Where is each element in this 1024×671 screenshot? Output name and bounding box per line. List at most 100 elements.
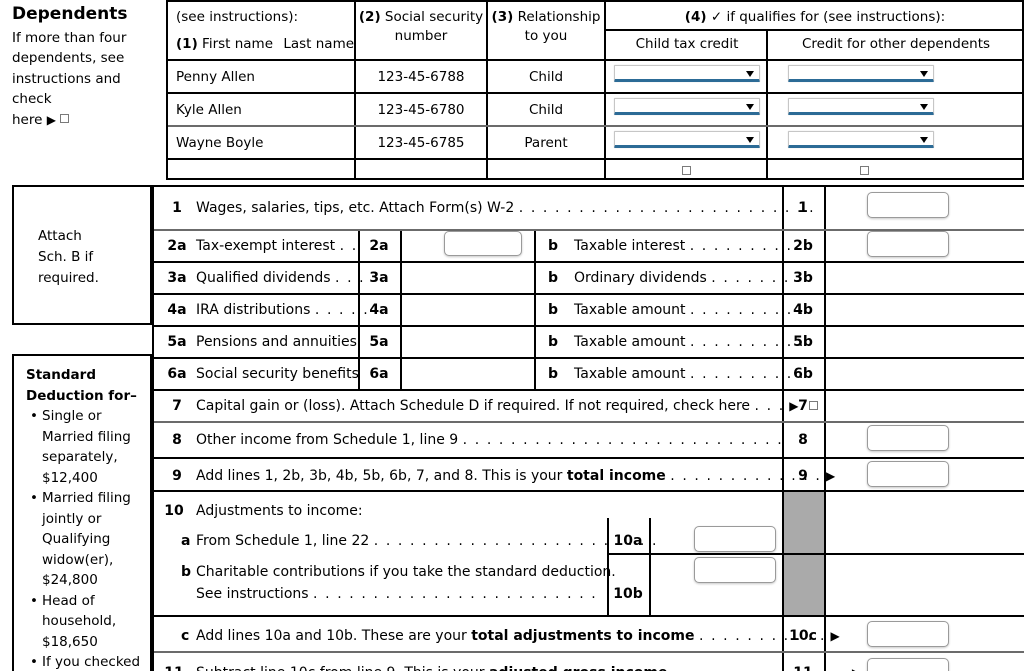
- dep-row-3-other-dependents-select[interactable]: [788, 131, 934, 148]
- dep-col4b-header: Credit for other dependents: [801, 36, 991, 52]
- std-item-0-line-2: separately,: [42, 449, 118, 465]
- line-11-amount-input[interactable]: [867, 658, 949, 671]
- line-4b-letter: b: [548, 302, 559, 318]
- line-9-text-bold: total income: [566, 468, 666, 484]
- line-9-right-number: 9: [798, 468, 808, 484]
- line-2a-amount-input[interactable]: [444, 231, 522, 256]
- std-item-2-line-0: Head of: [30, 591, 150, 612]
- check-mark-icon: ✓: [710, 9, 723, 25]
- dep-row-rule-2: [168, 125, 1022, 127]
- line-4a-mid-number: 4a: [369, 302, 389, 318]
- line-5a-mid-number: 5a: [369, 334, 389, 350]
- line-3a-label: Qualified dividends . . .: [196, 270, 365, 286]
- line-6b-text: Taxable amount: [574, 366, 686, 382]
- line-8-amount-input[interactable]: [867, 425, 949, 451]
- line-10c-amount-input[interactable]: [867, 621, 949, 647]
- right-arrow-icon: ▶: [825, 469, 836, 483]
- line-3a-number: 3a: [167, 270, 187, 286]
- dep-row-rule-3: [168, 158, 1022, 160]
- dep-row-4-child-tax-credit-checkbox[interactable]: [682, 166, 691, 175]
- line-2b-right-number: 2b: [793, 238, 813, 254]
- dependents-here-label: here: [12, 111, 43, 128]
- rule-after-line-8: [154, 457, 1024, 459]
- dep-row-3-name: Wayne Boyle: [176, 135, 264, 151]
- line-10c-label: Add lines 10a and 10b. These are your to…: [196, 628, 840, 644]
- line-9-number: 9: [172, 468, 182, 484]
- std-item-1-line-3: widow(er),: [42, 551, 114, 568]
- dep-col2-header: (2) Social security number: [358, 8, 484, 46]
- line-7-leaders: . . .: [754, 398, 785, 414]
- line-8-number: 8: [172, 432, 182, 448]
- dep-row-2-child-tax-credit-select[interactable]: [614, 98, 760, 115]
- mid-col-right-divider: [534, 229, 536, 390]
- dep-row-4-other-dependents-checkbox[interactable]: [860, 166, 869, 175]
- dependents-note-line-2: dependents, see: [12, 50, 125, 66]
- dep-col3-line1: Relationship: [517, 9, 601, 25]
- dependents-left-note: Dependents If more than four dependents,…: [12, 4, 164, 130]
- more-dependents-checkbox[interactable]: [60, 114, 70, 123]
- line-2b-amount-input[interactable]: [867, 231, 949, 257]
- dep-col2-line1: Social security: [384, 9, 484, 25]
- line-6b-right-number: 6b: [793, 366, 813, 382]
- rule-after-line-9: [154, 490, 1024, 492]
- dep-col-divider-2: [486, 2, 488, 178]
- line-9-label: Add lines 1, 2b, 3b, 4b, 5b, 6b, 7, and …: [196, 468, 835, 484]
- dep-row-3-child-tax-credit-select[interactable]: [614, 131, 760, 148]
- rule-after-line-10c: [154, 651, 1024, 653]
- grid-right-num-divider: [824, 187, 826, 671]
- dep-col-divider-3: [604, 2, 606, 62]
- rule-after-line-6: [154, 389, 1024, 391]
- chevron-down-icon: [746, 71, 754, 77]
- line-10-label: Adjustments to income:: [196, 503, 363, 519]
- attach-note-line-3: required.: [38, 270, 99, 286]
- std-item-1-line-2: Qualifying: [42, 531, 111, 547]
- dep-col4a-header: Child tax credit: [635, 36, 739, 52]
- dep-row-3-ssn: 123-45-6785: [377, 135, 465, 151]
- dep-col4-rest: if qualifies for (see instructions):: [726, 9, 946, 25]
- right-arrow-icon: ▶: [830, 629, 840, 643]
- line-10c-text-pre: Add lines 10a and 10b. These are your: [196, 628, 467, 644]
- std-item-2-line-2: $18,650: [42, 633, 98, 650]
- dep-col3-prefix: (3): [491, 9, 514, 25]
- line-4b-right-number: 4b: [793, 302, 813, 318]
- rule-after-line-7: [154, 421, 1024, 423]
- line-3b-right-number: 3b: [793, 270, 813, 286]
- std-item-1-line-0: Married filing: [30, 488, 150, 509]
- dep-col-divider-3b: [604, 62, 606, 178]
- line-11-text-bold: adjusted gross income: [489, 665, 668, 671]
- line-2b-text: Taxable interest: [574, 238, 686, 254]
- line-10a-letter: a: [181, 533, 191, 549]
- line-1-leaders: . . . . . . . . . . . . . . . . . . . . …: [518, 200, 816, 216]
- dep-col1-first: First name: [202, 36, 274, 52]
- right-arrow-icon: ▶: [46, 112, 56, 127]
- line-5a-text: Pensions and annuities: [196, 334, 357, 350]
- std-item-0-line-0: Single or: [30, 406, 150, 427]
- line-10b-amount-input[interactable]: [694, 557, 776, 583]
- dependents-note-line-3: instructions and check: [12, 70, 121, 108]
- line-8-leaders: . . . . . . . . . . . . . . . . . . . . …: [462, 432, 784, 448]
- line-1-amount-input[interactable]: [867, 192, 949, 218]
- dep-col1-header: (1) First name Last name: [176, 35, 354, 54]
- dep-subheader-rule: [604, 29, 1022, 31]
- dep-col4-header: (4) ✓ if qualifies for (see instructions…: [608, 8, 1022, 27]
- dep-row-1-child-tax-credit-select[interactable]: [614, 65, 760, 82]
- line-10b-label-line-1: Charitable contributions if you take the…: [196, 564, 616, 580]
- dep-see-instructions: (see instructions):: [176, 9, 299, 25]
- right-arrow-icon: ▶: [852, 666, 861, 671]
- line-2a-mid-number: 2a: [369, 238, 389, 254]
- standard-deduction-note: Standard Deduction for– Single or Marrie…: [12, 354, 152, 671]
- dep-col2-line2: number: [394, 28, 448, 44]
- line-10b-letter: b: [181, 564, 192, 580]
- line-3a-text: Qualified dividends: [196, 270, 331, 286]
- line-3b-text: Ordinary dividends: [574, 270, 707, 286]
- dep-row-1-other-dependents-select[interactable]: [788, 65, 934, 82]
- line-9-amount-input[interactable]: [867, 461, 949, 487]
- line-8-label: Other income from Schedule 1, line 9 . .…: [196, 432, 783, 448]
- line-4a-text: IRA distributions: [196, 302, 311, 318]
- std-deduction-heading-2: Deduction for–: [26, 387, 137, 404]
- line-10a-amount-input[interactable]: [694, 526, 776, 552]
- line-5b-label: Taxable amount . . . . . . . . . .: [574, 334, 805, 350]
- attach-schedule-b-note: Attach Sch. B if required.: [12, 185, 152, 325]
- dep-row-2-other-dependents-select[interactable]: [788, 98, 934, 115]
- income-grid: 1 Wages, salaries, tips, etc. Attach For…: [152, 185, 1024, 671]
